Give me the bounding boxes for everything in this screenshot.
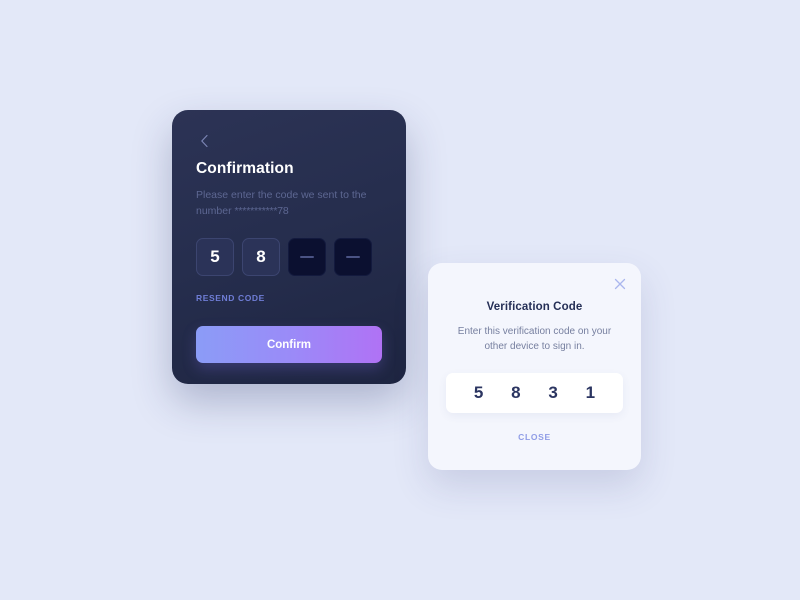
code-input-3[interactable] xyxy=(288,238,326,276)
verification-code-display: 5 8 3 1 xyxy=(446,373,623,413)
code-input-2[interactable]: 8 xyxy=(242,238,280,276)
placeholder-dash-icon xyxy=(300,256,314,258)
modal-title: Verification Code xyxy=(486,301,583,313)
page-title: Confirmation xyxy=(196,160,294,177)
verification-code-modal: Verification Code Enter this verificatio… xyxy=(428,263,641,470)
code-input-4[interactable] xyxy=(334,238,372,276)
modal-close-link[interactable]: CLOSE xyxy=(446,432,623,442)
code-digit-4: 1 xyxy=(585,383,596,402)
confirmation-card: Confirmation Please enter the code we se… xyxy=(172,110,406,384)
resend-code-link[interactable]: RESEND CODE xyxy=(196,293,265,303)
code-input-1[interactable]: 5 xyxy=(196,238,234,276)
code-input-group: 5 8 xyxy=(196,238,382,276)
back-chevron-left-icon[interactable] xyxy=(196,132,214,150)
close-x-icon[interactable] xyxy=(612,276,628,292)
modal-description-line-1: Enter this verification code on your xyxy=(457,326,612,337)
code-digit-1: 5 xyxy=(473,383,484,402)
confirm-button[interactable]: Confirm xyxy=(196,326,382,363)
subtitle-line-2-prefix: number xyxy=(196,205,235,217)
subtitle-line-1: Please enter the code we sent to the xyxy=(196,189,367,201)
modal-description-line-2: other device to sign in. xyxy=(484,341,585,352)
masked-phone-number: ***********78 xyxy=(234,205,289,217)
modal-description: Enter this verification code on your oth… xyxy=(452,324,617,354)
code-digit-2: 8 xyxy=(511,383,521,402)
placeholder-dash-icon xyxy=(346,256,360,258)
card-subtitle: Please enter the code we sent to the num… xyxy=(196,187,382,219)
code-digit-3: 3 xyxy=(548,383,558,402)
